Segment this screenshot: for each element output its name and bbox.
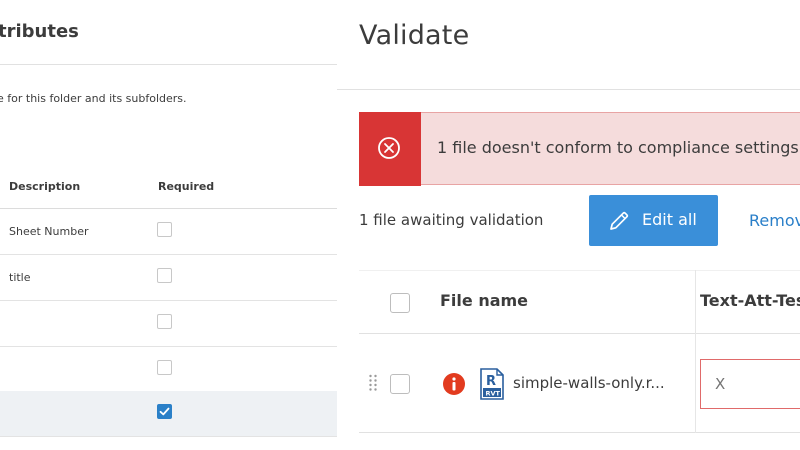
attributes-panel-title: tributes	[0, 21, 79, 42]
drag-handle-icon[interactable]	[368, 374, 378, 392]
awaiting-validation-text: 1 file awaiting validation	[359, 211, 544, 229]
required-checkbox[interactable]	[157, 360, 172, 375]
attributes-note: e for this folder and its subfolders.	[0, 92, 187, 105]
validate-title: Validate	[359, 20, 470, 51]
alert-icon-area	[359, 112, 421, 186]
divider	[0, 64, 337, 65]
attribute-row	[0, 347, 337, 393]
checkmark-icon	[159, 407, 170, 416]
edit-all-label: Edit all	[642, 210, 697, 229]
required-checkbox[interactable]	[157, 314, 172, 329]
column-divider	[695, 270, 696, 433]
svg-text:RVT: RVT	[486, 390, 501, 398]
text-attribute-input[interactable]	[700, 359, 800, 409]
table-row: R RVT simple-walls-only.r...	[359, 334, 800, 433]
error-icon	[443, 373, 465, 395]
divider	[337, 89, 800, 90]
attribute-row: title	[0, 255, 337, 301]
compliance-error-banner: 1 file doesn't conform to compliance set…	[359, 112, 800, 186]
attribute-row-selected	[0, 391, 337, 437]
attributes-panel: tributes e for this folder and its subfo…	[0, 0, 337, 450]
column-header-file-name[interactable]: File name	[440, 291, 528, 310]
attribute-description: Sheet Number	[9, 225, 89, 238]
row-checkbox[interactable]	[390, 374, 410, 394]
select-all-checkbox[interactable]	[390, 293, 410, 313]
pencil-icon	[610, 211, 629, 230]
attributes-table-header: Description Required	[0, 176, 337, 209]
attribute-row: Sheet Number	[0, 209, 337, 255]
files-table-header: File name Text-Att-Tes	[359, 270, 800, 334]
rvt-file-icon: R RVT	[480, 368, 504, 400]
required-checkbox[interactable]	[157, 268, 172, 283]
edit-all-button[interactable]: Edit all	[589, 195, 718, 246]
alert-message: 1 file doesn't conform to compliance set…	[437, 138, 799, 157]
required-checkbox-checked[interactable]	[157, 404, 172, 419]
svg-text:R: R	[486, 374, 496, 389]
files-table: File name Text-Att-Tes R RVT simple-wall…	[359, 270, 800, 434]
column-header-text-attribute[interactable]: Text-Att-Tes	[700, 291, 800, 310]
file-name[interactable]: simple-walls-only.r...	[513, 374, 665, 392]
validate-panel: Validate 1 file doesn't conform to compl…	[337, 0, 800, 450]
column-header-description: Description	[9, 180, 81, 193]
column-header-required: Required	[158, 180, 215, 193]
attribute-description: title	[9, 271, 31, 284]
attribute-row	[0, 301, 337, 347]
required-checkbox[interactable]	[157, 222, 172, 237]
remove-link[interactable]: Remov	[749, 211, 800, 230]
x-circle-icon	[378, 137, 400, 159]
